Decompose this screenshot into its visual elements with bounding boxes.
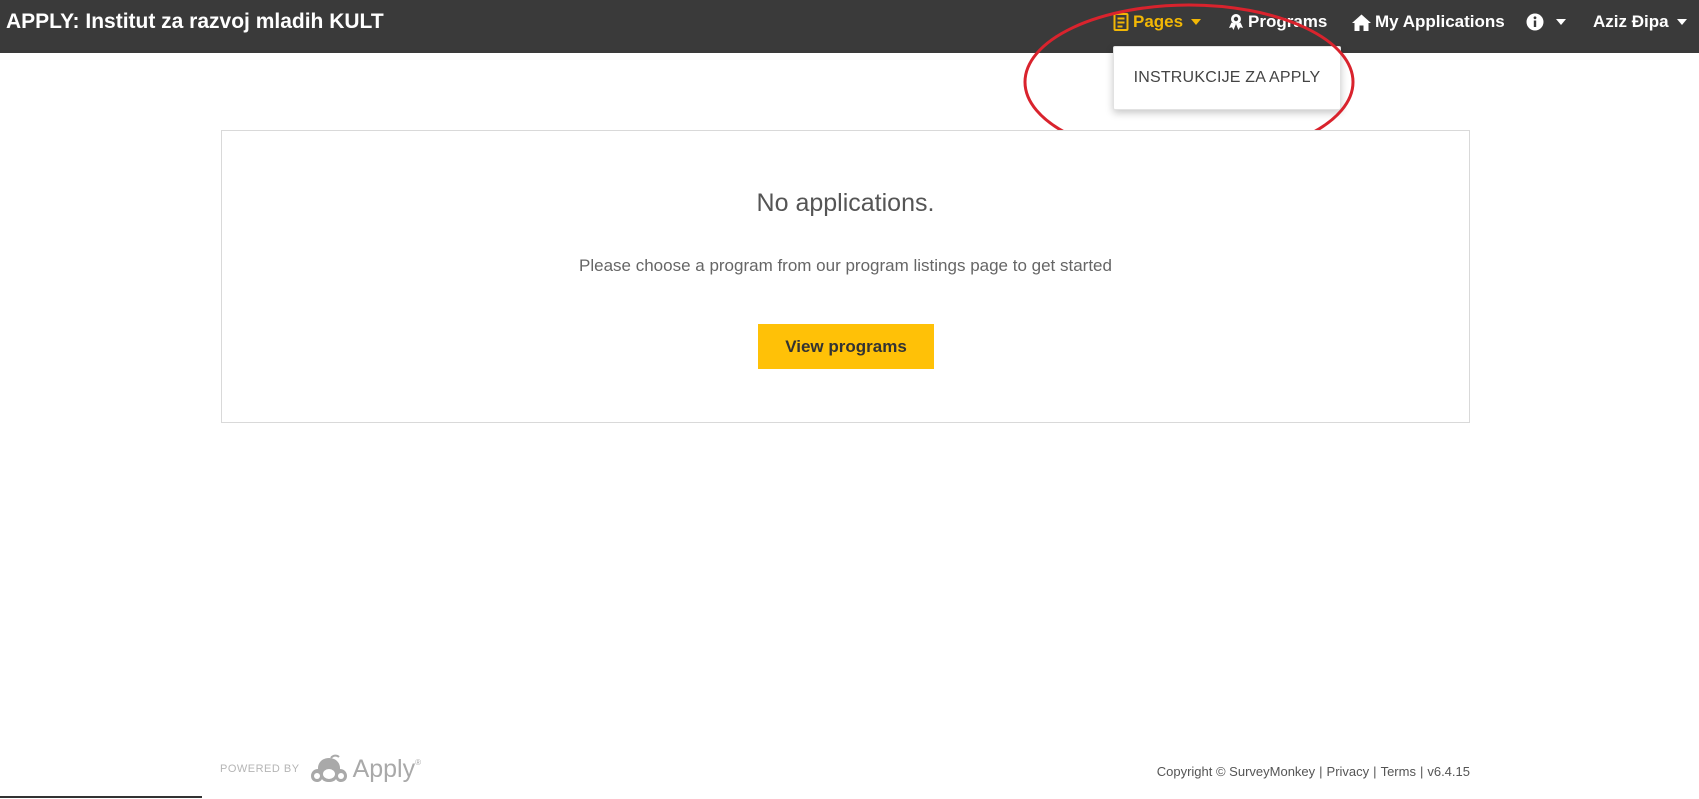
nav-my-applications-label: My Applications	[1375, 12, 1505, 31]
nav-programs[interactable]: Programs	[1228, 0, 1327, 44]
nav-pages-label: Pages	[1133, 12, 1184, 31]
apply-logo-text: Apply	[352, 754, 416, 783]
footer-separator: |	[1419, 764, 1424, 779]
top-navbar: APPLY: Institut za razvoj mladih KULT Pa…	[0, 0, 1699, 53]
footer-copyright: Copyright © SurveyMonkey | Privacy | Terms | v…	[1157, 764, 1470, 779]
privacy-link[interactable]: Privacy	[1327, 764, 1370, 779]
home-icon	[1352, 14, 1371, 31]
caret-down-icon	[1191, 19, 1202, 25]
nav-user-menu[interactable]: Aziz Đipa	[1593, 0, 1687, 44]
pages-dropdown-menu: INSTRUKCIJE ZA APPLY	[1113, 46, 1341, 110]
nav-my-applications[interactable]: My Applications	[1352, 0, 1505, 44]
nav-programs-label: Programs	[1248, 12, 1328, 31]
dropdown-item-instrukcije[interactable]: INSTRUKCIJE ZA APPLY	[1114, 47, 1340, 109]
user-name: Aziz Đipa	[1593, 12, 1669, 31]
info-circle-icon	[1526, 13, 1544, 31]
copyright-text: Copyright © SurveyMonkey	[1156, 764, 1316, 779]
award-ribbon-icon	[1228, 13, 1244, 31]
nav-info-dropdown[interactable]	[1526, 0, 1566, 44]
empty-state-title: No applications.	[756, 189, 935, 217]
surveymonkey-logo-icon	[310, 754, 347, 782]
brand-title[interactable]: APPLY: Institut za razvoj mladih KULT	[6, 0, 384, 44]
caret-down-icon	[1556, 19, 1566, 25]
apply-logo[interactable]: Apply ®	[309, 754, 421, 784]
empty-state-subtitle: Please choose a program from our program…	[579, 256, 1112, 275]
version-text: v6.4.15	[1427, 764, 1470, 779]
footer-separator: |	[1373, 764, 1377, 779]
view-programs-button[interactable]: View programs	[758, 324, 934, 369]
nav-pages-dropdown[interactable]: Pages	[1113, 0, 1202, 44]
footer-divider	[0, 796, 202, 798]
document-icon	[1113, 13, 1129, 31]
apply-logo-trademark: ®	[415, 758, 422, 767]
empty-state-card: No applications. Please choose a program…	[221, 130, 1470, 423]
terms-link[interactable]: Terms	[1381, 764, 1416, 779]
footer-separator: |	[1319, 764, 1323, 779]
powered-by: POWERED BY Apply ®	[220, 754, 421, 784]
powered-by-label: POWERED BY	[220, 763, 300, 775]
caret-down-icon	[1676, 19, 1687, 25]
